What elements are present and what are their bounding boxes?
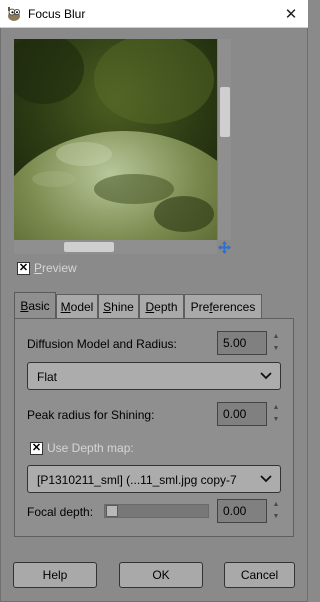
diffusion-label: Diffusion Model and Radius: xyxy=(27,337,177,351)
tab-shine[interactable]: Shine xyxy=(98,294,139,318)
preview-checkbox[interactable]: ✕ xyxy=(17,262,30,275)
focal-depth-label: Focal depth: xyxy=(27,505,94,519)
tab-model-label: Model xyxy=(60,299,94,314)
spin-up-icon[interactable]: ▲ xyxy=(269,331,283,343)
use-depth-map-checkbox[interactable]: ✕ xyxy=(30,442,43,455)
tab-depth[interactable]: Depth xyxy=(139,294,184,318)
depth-map-value: [P1310211_sml] (...11_sml.jpg copy-7 xyxy=(37,473,237,487)
preview-image[interactable] xyxy=(14,39,217,240)
preview-label: Preview xyxy=(34,261,77,275)
tab-shine-label: Shine xyxy=(103,299,134,314)
chevron-down-icon xyxy=(260,475,272,483)
spin-up-icon[interactable]: ▲ xyxy=(269,402,283,414)
ok-button[interactable]: OK xyxy=(119,562,203,588)
close-icon[interactable]: ✕ xyxy=(274,0,308,28)
spin-down-icon[interactable]: ▼ xyxy=(269,343,283,355)
window-title: Focus Blur xyxy=(28,7,86,21)
help-button[interactable]: Help xyxy=(13,562,97,588)
diffusion-model-value: Flat xyxy=(37,370,58,384)
preview-vertical-scrollbar[interactable] xyxy=(217,39,231,240)
tab-basic-label: Basic xyxy=(20,299,50,313)
depth-map-dropdown[interactable]: [P1310211_sml] (...11_sml.jpg copy-7 xyxy=(27,465,281,493)
focal-depth-slider[interactable] xyxy=(104,504,209,518)
preview-horizontal-scrollbar[interactable] xyxy=(14,240,217,254)
peak-radius-spinner[interactable]: 0.00 ▲ ▼ xyxy=(217,402,283,426)
vertical-scroll-thumb[interactable] xyxy=(220,87,230,137)
diffusion-radius-spinner[interactable]: 5.00 ▲ ▼ xyxy=(217,331,283,355)
tab-model[interactable]: Model xyxy=(56,294,98,318)
focal-depth-input[interactable]: 0.00 xyxy=(217,499,267,523)
tab-preferences-label: Preferences xyxy=(190,299,256,314)
spin-down-icon[interactable]: ▼ xyxy=(269,414,283,426)
navigate-move-icon[interactable] xyxy=(218,241,231,254)
focal-depth-slider-handle[interactable] xyxy=(106,505,118,517)
tab-depth-label: Depth xyxy=(145,299,178,314)
focal-depth-spinner[interactable]: 0.00 ▲ ▼ xyxy=(217,499,283,523)
help-button-label: Help xyxy=(42,568,68,582)
chevron-down-icon xyxy=(260,372,272,380)
cancel-button-label: Cancel xyxy=(240,568,279,582)
peak-radius-input[interactable]: 0.00 xyxy=(217,402,267,426)
tab-preferences[interactable]: Preferences xyxy=(184,294,262,318)
peak-radius-label: Peak radius for Shining: xyxy=(27,408,155,422)
horizontal-scroll-thumb[interactable] xyxy=(64,242,114,252)
ok-button-label: OK xyxy=(152,568,170,582)
title-bar: Focus Blur ✕ xyxy=(0,0,308,28)
spin-down-icon[interactable]: ▼ xyxy=(269,511,283,523)
tab-basic[interactable]: Basic xyxy=(14,292,56,319)
spin-up-icon[interactable]: ▲ xyxy=(269,499,283,511)
diffusion-radius-input[interactable]: 5.00 xyxy=(217,331,267,355)
cancel-button[interactable]: Cancel xyxy=(224,562,295,588)
diffusion-model-dropdown[interactable]: Flat xyxy=(27,362,281,390)
use-depth-map-label: Use Depth map: xyxy=(47,441,134,455)
gimp-wilber-icon xyxy=(8,7,20,21)
